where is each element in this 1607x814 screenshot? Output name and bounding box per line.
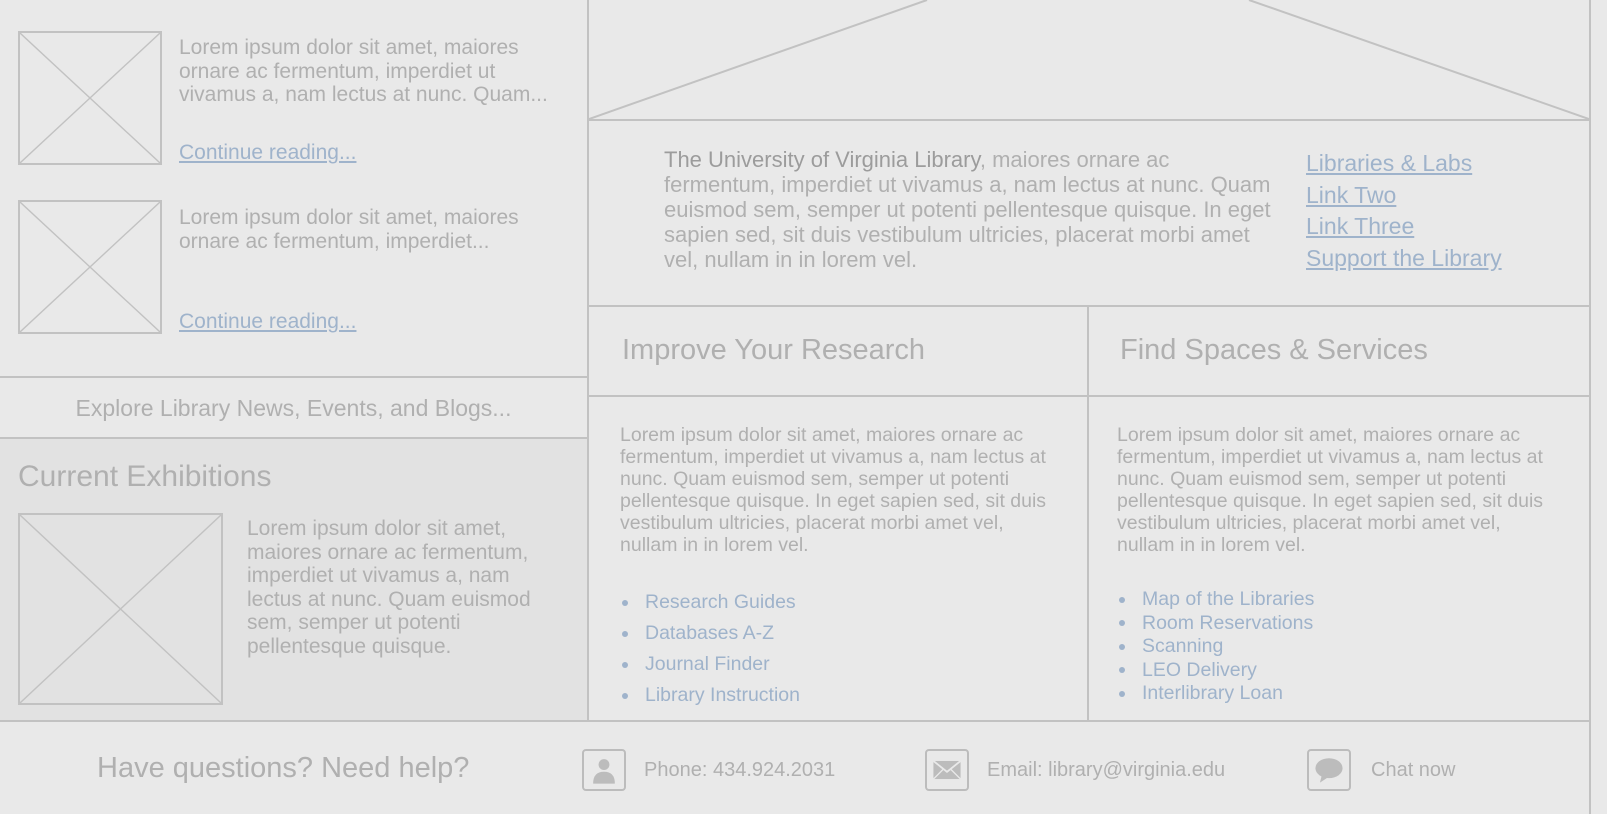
library-instruction-link[interactable]: Library Instruction: [620, 680, 800, 711]
research-title: Improve Your Research: [622, 334, 926, 366]
about-links: Libraries & Labs Link Two Link Three Sup…: [1306, 148, 1502, 274]
news-thumbnail-2: [18, 200, 162, 334]
continue-reading-link-1[interactable]: Continue reading...: [179, 141, 356, 165]
hero-image-placeholder: [589, 0, 1589, 120]
news-thumbnail-1: [18, 31, 162, 165]
divider: [587, 395, 1591, 397]
about-text: The University of Virginia Library, maio…: [664, 147, 1284, 272]
footer: Have questions? Need help? Phone: 434.92…: [0, 722, 1589, 814]
help-heading: Have questions? Need help?: [97, 752, 470, 784]
exhibitions-panel: Current Exhibitions Lorem ipsum dolor si…: [0, 439, 587, 721]
divider: [587, 305, 1591, 307]
email-link[interactable]: Email: library@virginia.edu: [987, 759, 1225, 782]
research-guides-link[interactable]: Research Guides: [620, 587, 800, 618]
spaces-description: Lorem ipsum dolor sit amet, maiores orna…: [1117, 424, 1544, 556]
exhibitions-title: Current Exhibitions: [18, 460, 272, 493]
spaces-links: Map of the Libraries Room Reservations S…: [1117, 588, 1314, 706]
chat-bubble-icon: [1307, 749, 1351, 791]
support-library-link[interactable]: Support the Library: [1306, 243, 1502, 275]
libraries-labs-link[interactable]: Libraries & Labs: [1306, 148, 1502, 180]
room-reservations-link[interactable]: Room Reservations: [1117, 612, 1314, 636]
explore-news-label: Explore Library News, Events, and Blogs.…: [75, 394, 512, 421]
news-panel: Lorem ipsum dolor sit amet, maiores orna…: [0, 0, 587, 377]
news-excerpt-1: Lorem ipsum dolor sit amet, maiores orna…: [179, 36, 548, 106]
journal-finder-link[interactable]: Journal Finder: [620, 649, 800, 680]
chat-now-link[interactable]: Chat now: [1371, 759, 1456, 782]
column-divider: [1087, 306, 1089, 722]
person-icon: [582, 749, 626, 791]
scanning-link[interactable]: Scanning: [1117, 635, 1314, 659]
continue-reading-link-2[interactable]: Continue reading...: [179, 310, 356, 334]
interlibrary-loan-link[interactable]: Interlibrary Loan: [1117, 682, 1314, 706]
link-two[interactable]: Link Two: [1306, 180, 1502, 212]
research-description: Lorem ipsum dolor sit amet, maiores orna…: [620, 424, 1047, 556]
news-excerpt-2: Lorem ipsum dolor sit amet, maiores orna…: [179, 206, 519, 253]
exhibition-thumbnail: [18, 513, 223, 705]
about-library-name: The University of Virginia Library: [664, 147, 980, 172]
phone-link[interactable]: Phone: 434.924.2031: [644, 759, 835, 782]
leo-delivery-link[interactable]: LEO Delivery: [1117, 659, 1314, 683]
databases-az-link[interactable]: Databases A-Z: [620, 618, 800, 649]
link-three[interactable]: Link Three: [1306, 211, 1502, 243]
exhibition-description: Lorem ipsum dolor sit amet, maiores orna…: [247, 517, 531, 658]
right-edge: [1589, 0, 1591, 814]
envelope-icon: [925, 749, 969, 791]
explore-news-link[interactable]: Explore Library News, Events, and Blogs.…: [0, 378, 587, 438]
map-libraries-link[interactable]: Map of the Libraries: [1117, 588, 1314, 612]
about-section: The University of Virginia Library, maio…: [589, 121, 1589, 306]
research-links: Research Guides Databases A-Z Journal Fi…: [620, 587, 800, 711]
spaces-title: Find Spaces & Services: [1120, 334, 1428, 366]
